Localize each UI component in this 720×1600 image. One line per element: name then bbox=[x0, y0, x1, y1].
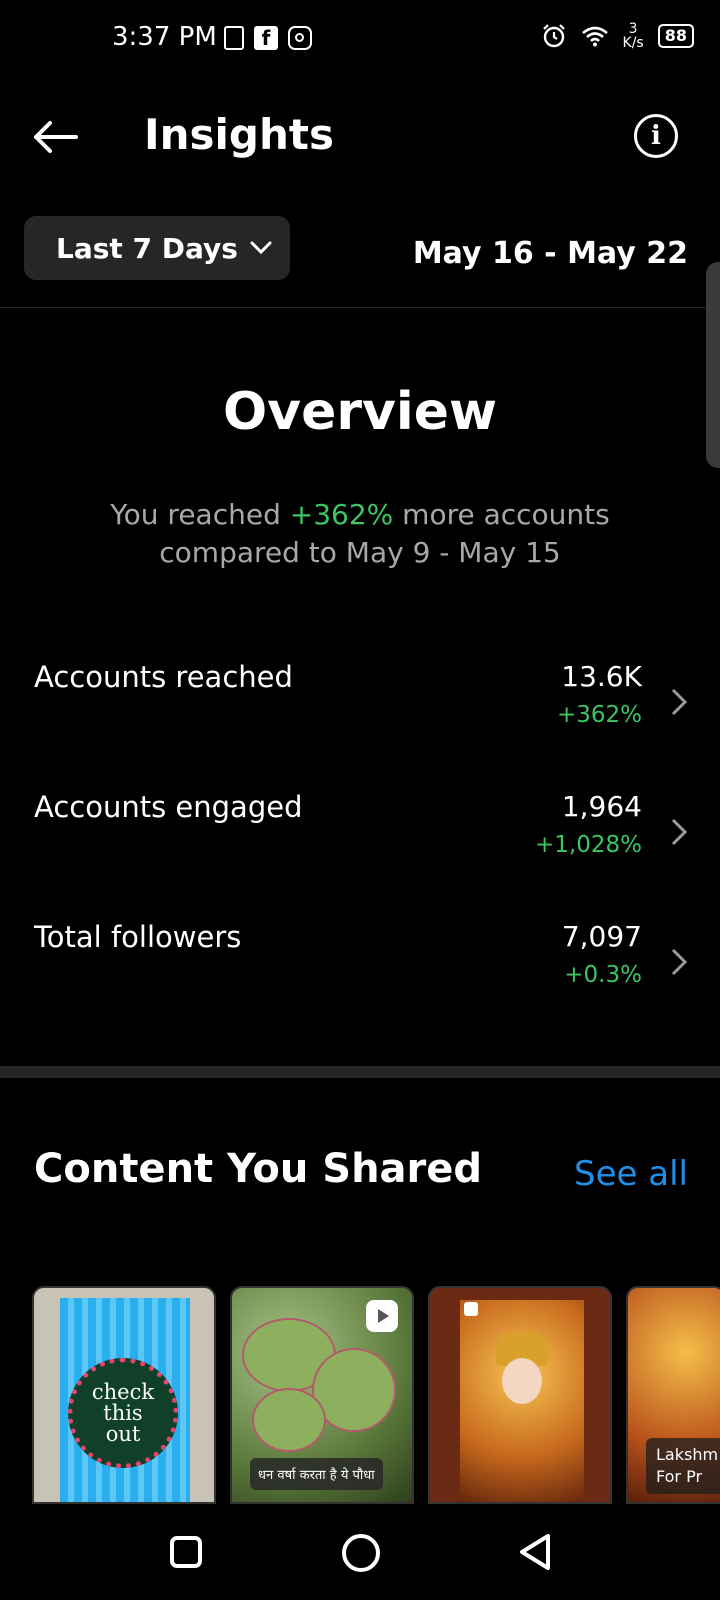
date-range-label: Last 7 Days bbox=[56, 231, 238, 265]
arrow-left-icon[interactable] bbox=[30, 112, 80, 162]
thumbnail-caption: Lakshm For Pr bbox=[646, 1438, 720, 1494]
recent-apps-button[interactable] bbox=[170, 1536, 202, 1568]
reach-change: +362% bbox=[289, 498, 394, 531]
face-shape bbox=[502, 1358, 542, 1404]
section-separator bbox=[0, 1066, 720, 1078]
content-thumbnail[interactable]: check this out bbox=[32, 1286, 216, 1504]
reels-icon bbox=[464, 1302, 478, 1316]
chevron-right-icon bbox=[671, 818, 688, 846]
facebook-icon: f bbox=[254, 26, 278, 50]
thumbnail-caption: धन वर्षा करता है ये पौधा bbox=[250, 1458, 383, 1490]
status-time: 3:37 PM bbox=[112, 22, 217, 52]
network-speed: 3 K/s bbox=[622, 21, 644, 51]
overview-title: Overview bbox=[222, 382, 498, 442]
metric-total-followers[interactable]: Total followers 7,097 +0.3% bbox=[0, 920, 720, 1010]
date-range-text: May 16 - May 22 bbox=[412, 236, 688, 271]
content-thumbnail[interactable]: Lakshm For Pr bbox=[626, 1286, 720, 1504]
metric-label: Accounts engaged bbox=[34, 790, 303, 824]
content-thumbnail[interactable]: धन वर्षा करता है ये पौधा bbox=[230, 1286, 414, 1504]
metric-value: 1,964 bbox=[561, 790, 642, 823]
date-range-dropdown[interactable]: Last 7 Days bbox=[24, 216, 290, 280]
leaf-shape bbox=[252, 1388, 326, 1452]
system-icons: 3 K/s 88 bbox=[541, 22, 694, 50]
system-nav-bar bbox=[0, 1504, 720, 1600]
metric-accounts-engaged[interactable]: Accounts engaged 1,964 +1,028% bbox=[0, 790, 720, 880]
chevron-right-icon bbox=[671, 688, 688, 716]
metric-delta: +362% bbox=[556, 702, 642, 728]
instagram-icon bbox=[288, 26, 312, 50]
page-title: Insights bbox=[144, 110, 334, 159]
notification-icons: f bbox=[224, 26, 312, 50]
metric-delta: +1,028% bbox=[535, 832, 642, 858]
metric-accounts-reached[interactable]: Accounts reached 13.6K +362% bbox=[0, 660, 720, 750]
chevron-down-icon bbox=[250, 241, 272, 255]
metric-label: Accounts reached bbox=[34, 660, 293, 694]
back-triangle-icon[interactable] bbox=[516, 1532, 556, 1572]
metric-delta: +0.3% bbox=[564, 962, 642, 988]
reels-icon bbox=[366, 1300, 398, 1332]
info-icon[interactable]: i bbox=[634, 114, 678, 158]
battery-saver-icon bbox=[224, 26, 244, 50]
check-this-out-badge: check this out bbox=[68, 1358, 178, 1468]
home-button[interactable] bbox=[342, 1534, 380, 1572]
divider bbox=[0, 307, 720, 308]
overview-description: You reached +362% more accounts compared… bbox=[110, 498, 610, 569]
content-section-title: Content You Shared bbox=[34, 1146, 483, 1192]
alarm-icon bbox=[542, 24, 565, 48]
battery-icon: 88 bbox=[657, 24, 694, 48]
wifi-icon bbox=[581, 26, 608, 47]
metric-value: 13.6K bbox=[561, 660, 642, 693]
metric-label: Total followers bbox=[34, 920, 242, 954]
see-all-link[interactable]: See all bbox=[574, 1154, 688, 1194]
chevron-right-icon bbox=[671, 948, 688, 976]
metric-value: 7,097 bbox=[561, 920, 642, 953]
content-thumbnail[interactable] bbox=[428, 1286, 612, 1504]
status-bar: 3:37 PM f 3 K/s 88 bbox=[0, 0, 720, 80]
